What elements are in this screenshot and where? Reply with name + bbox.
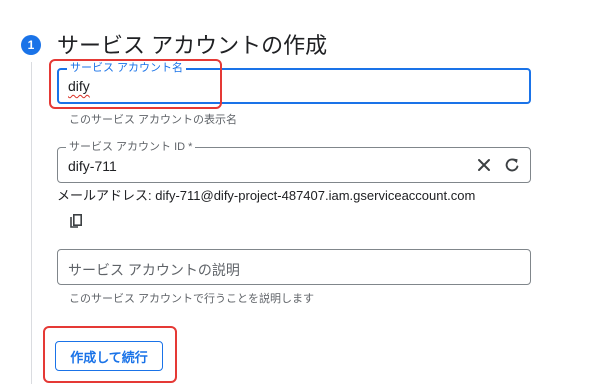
step-number-badge: 1 xyxy=(21,35,41,55)
close-icon[interactable] xyxy=(474,155,494,175)
service-account-name-hint: このサービス アカウントの表示名 xyxy=(69,114,238,126)
service-account-description-hint: このサービス アカウントで行うことを説明します xyxy=(69,293,315,305)
service-account-name-label: サービス アカウント名 xyxy=(67,61,187,75)
service-account-id-field[interactable]: サービス アカウント ID * dify-711 xyxy=(57,140,531,183)
step-rail xyxy=(31,62,32,384)
service-account-description-placeholder[interactable]: サービス アカウントの説明 xyxy=(68,260,240,280)
create-and-continue-button[interactable]: 作成して続行 xyxy=(55,341,163,371)
service-account-id-value[interactable]: dify-711 xyxy=(68,158,117,174)
service-account-email: メールアドレス: dify-711@dify-project-487407.ia… xyxy=(57,188,476,203)
copy-icon[interactable] xyxy=(67,213,85,231)
service-account-id-label: サービス アカウント ID * xyxy=(66,140,196,154)
service-account-name-field[interactable]: サービス アカウント名 dify xyxy=(57,61,531,104)
service-account-id-actions xyxy=(474,155,522,175)
refresh-icon[interactable] xyxy=(502,155,522,175)
step-title: サービス アカウントの作成 xyxy=(57,33,328,58)
create-service-account-page: 1 サービス アカウントの作成 サービス アカウント名 dify このサービス … xyxy=(0,0,606,384)
service-account-name-value[interactable]: dify xyxy=(68,78,90,94)
service-account-description-field[interactable]: サービス アカウントの説明 xyxy=(57,249,531,285)
